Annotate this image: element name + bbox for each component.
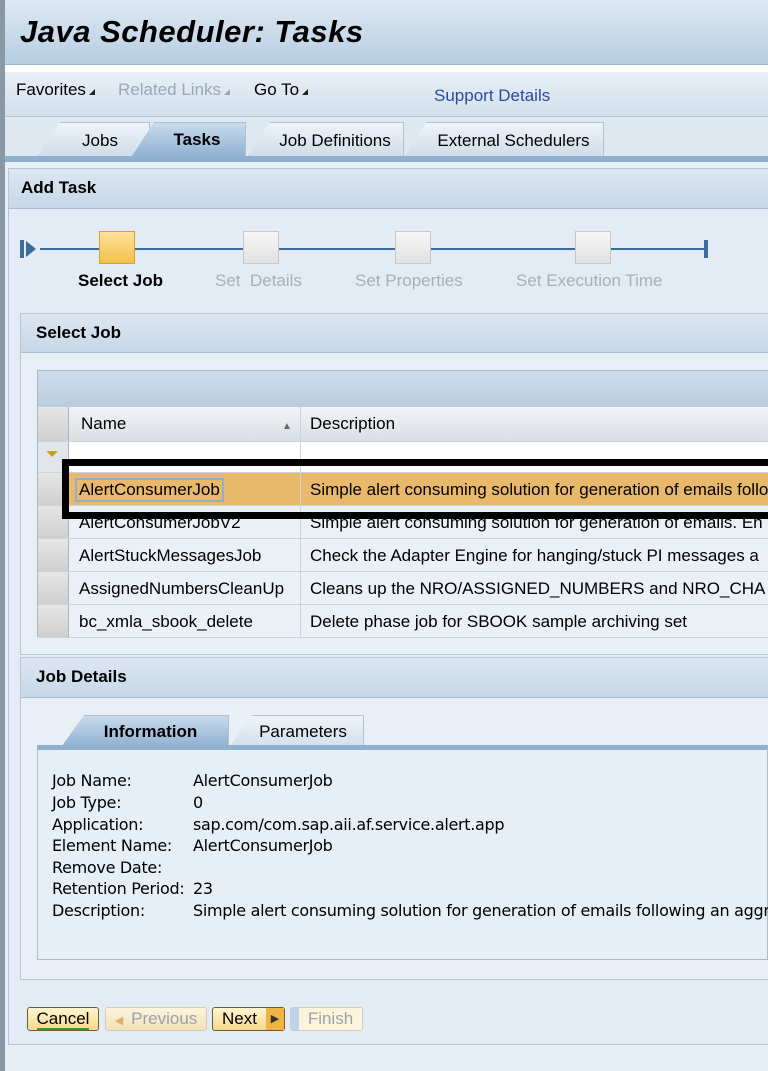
table-header: Name ▲ Description — [38, 407, 768, 442]
step-set-details[interactable] — [243, 231, 279, 264]
step-set-execution-time[interactable] — [575, 231, 611, 264]
row-selector[interactable] — [38, 539, 69, 571]
previous-button[interactable]: ◀ Previous — [105, 1007, 207, 1031]
tab-parameters[interactable]: Parameters — [230, 715, 364, 746]
job-description: Cleans up the NRO/ASSIGNED_NUMBERS and N… — [300, 572, 765, 604]
table-row[interactable]: AlertStuckMessagesJob Check the Adapter … — [38, 539, 768, 572]
job-description: Delete phase job for SBOOK sample archiv… — [300, 605, 687, 637]
row-selector[interactable] — [38, 605, 69, 637]
table-row[interactable]: bc_xmla_sbook_delete Delete phase job fo… — [38, 605, 768, 638]
column-header-name[interactable]: Name — [81, 414, 126, 434]
step-set-properties[interactable] — [395, 231, 431, 264]
tab-underline — [5, 156, 768, 162]
step-label: Set Details — [215, 271, 302, 290]
field-value: sap.com/com.sap.aii.af.service.alert.app — [193, 815, 505, 834]
menu-related-links[interactable]: Related Links — [118, 80, 231, 100]
field-value: AlertConsumerJob — [193, 836, 333, 855]
cancel-button[interactable]: Cancel — [27, 1007, 99, 1031]
panel-title: Job Details — [21, 658, 768, 698]
arrow-right-icon — [26, 241, 36, 257]
column-header-description[interactable]: Description — [300, 407, 395, 441]
table-toolbar — [38, 371, 768, 407]
highlight-box — [62, 459, 768, 519]
field-application: Application: sap.com/com.sap.aii.af.servi… — [52, 815, 505, 834]
dropdown-icon — [88, 89, 95, 95]
button-label: Next — [222, 1009, 257, 1028]
filter-icon[interactable]: ⏷ — [46, 446, 59, 464]
roadmap-end-icon — [704, 240, 708, 258]
tab-job-definitions[interactable]: Job Definitions — [248, 122, 404, 156]
job-name: AssignedNumbersCleanUp — [79, 579, 285, 598]
arrow-left-icon: ◀ — [114, 1015, 124, 1027]
divider — [5, 65, 768, 72]
finish-button[interactable]: Finish — [290, 1007, 363, 1031]
field-label: Element Name: — [52, 836, 173, 855]
tab-external-schedulers[interactable]: External Schedulers — [405, 122, 604, 156]
dropdown-icon — [302, 89, 309, 95]
step-label: Set Properties — [355, 271, 463, 290]
row-selector[interactable] — [38, 572, 69, 604]
field-job-type: Job Type: 0 — [52, 793, 203, 812]
field-retention-period: Retention Period: 23 — [52, 879, 213, 898]
field-remove-date: Remove Date: — [52, 858, 162, 877]
menu-favorites[interactable]: Favorites — [16, 80, 95, 100]
field-label: Application: — [52, 815, 144, 834]
field-label: Remove Date: — [52, 858, 163, 877]
step-select-job[interactable] — [99, 231, 135, 264]
panel-title: Add Task — [9, 169, 768, 209]
job-name: bc_xmla_sbook_delete — [79, 612, 253, 631]
button-label: Previous — [131, 1009, 198, 1028]
menu-label: Related Links — [118, 80, 222, 99]
step-label: Set Execution Time — [516, 271, 663, 290]
arrow-right-icon: ▶ — [266, 1008, 284, 1030]
step-label: Select Job — [78, 271, 164, 290]
support-details-link[interactable]: Support Details — [434, 86, 550, 106]
menu-go-to[interactable]: Go To — [254, 80, 309, 100]
field-label: Retention Period: — [52, 879, 185, 898]
job-description: Check the Adapter Engine for hanging/stu… — [300, 539, 759, 571]
field-element-name: Element Name: AlertConsumerJob — [52, 836, 333, 855]
field-value: AlertConsumerJob — [193, 771, 333, 790]
sort-icon[interactable]: ▲ — [282, 421, 292, 432]
button-label: Cancel — [36, 1009, 90, 1030]
menu-label: Favorites — [16, 80, 86, 99]
menu-label: Go To — [254, 80, 300, 99]
field-label: Job Name: — [52, 771, 132, 790]
select-all-cell[interactable] — [38, 407, 69, 441]
tab-information[interactable]: Information — [62, 715, 229, 746]
dropdown-icon — [224, 89, 231, 95]
page-title: Java Scheduler: Tasks — [20, 14, 364, 49]
field-value: Simple alert consuming solution for gene… — [193, 901, 768, 920]
table-row[interactable]: AssignedNumbersCleanUp Cleans up the NRO… — [38, 572, 768, 605]
field-value: 0 — [193, 793, 203, 812]
panel-title: Select Job — [21, 314, 768, 353]
roadmap-start-icon — [20, 240, 24, 258]
job-name: AlertStuckMessagesJob — [79, 546, 262, 565]
next-button[interactable]: Next ▶ — [212, 1007, 285, 1031]
field-value: 23 — [193, 879, 213, 898]
field-job-name: Job Name: AlertConsumerJob — [52, 771, 333, 790]
field-description: Description: Simple alert consuming solut… — [52, 901, 768, 920]
field-label: Description: — [52, 901, 145, 920]
field-label: Job Type: — [52, 793, 122, 812]
